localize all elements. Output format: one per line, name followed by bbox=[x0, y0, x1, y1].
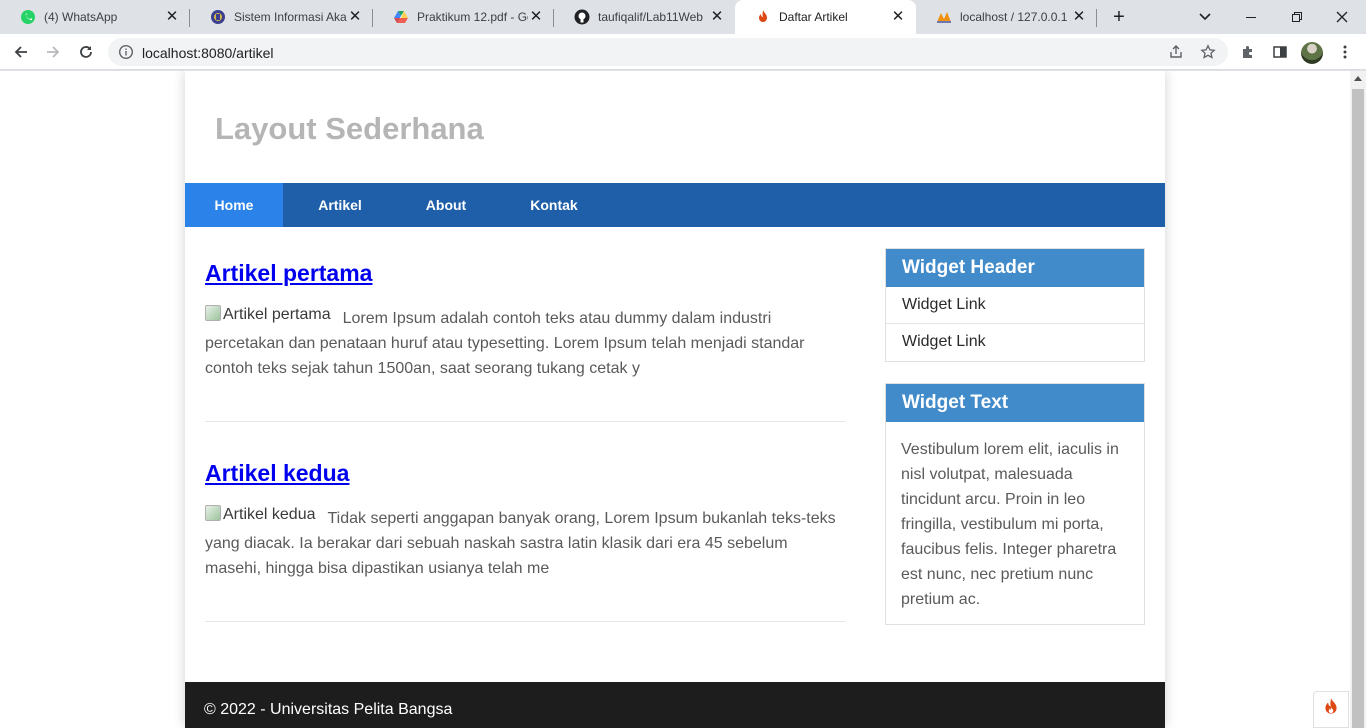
page-scrollbar[interactable] bbox=[1350, 71, 1366, 728]
article-title-link[interactable]: Artikel pertama bbox=[205, 260, 372, 287]
codeigniter-flame-icon bbox=[755, 9, 771, 25]
close-tab-icon[interactable]: ✕ bbox=[164, 9, 180, 25]
article-excerpt: Artikel pertama Lorem Ipsum adalah contoh… bbox=[205, 305, 845, 381]
address-text: localhost:8080/artikel bbox=[142, 45, 274, 61]
tab-phpmyadmin[interactable]: localhost / 127.0.0.1 / ✕ bbox=[916, 0, 1097, 34]
nav-kontak[interactable]: Kontak bbox=[515, 183, 593, 227]
google-drive-icon bbox=[393, 9, 409, 25]
article-excerpt: Artikel kedua Tidak seperti anggapan bany… bbox=[205, 505, 845, 581]
site-info-icon[interactable] bbox=[118, 44, 134, 60]
article-image-placeholder: Artikel pertama bbox=[205, 302, 331, 327]
widget-text: Widget Text Vestibulum lorem elit, iacul… bbox=[885, 383, 1145, 625]
share-icon[interactable] bbox=[1164, 40, 1188, 64]
close-tab-icon[interactable]: ✕ bbox=[890, 9, 906, 25]
browser-toolbar: localhost:8080/artikel bbox=[0, 34, 1366, 70]
github-icon bbox=[574, 9, 590, 25]
article-image-placeholder: Artikel kedua bbox=[205, 502, 316, 527]
article-divider bbox=[205, 621, 845, 622]
article-divider bbox=[205, 421, 845, 422]
extensions-puzzle-icon[interactable] bbox=[1236, 40, 1260, 64]
bookmark-star-icon[interactable] bbox=[1196, 40, 1220, 64]
scroll-up-arrow-icon[interactable] bbox=[1354, 76, 1362, 81]
page-container: Layout Sederhana Home Artikel About Kont… bbox=[185, 71, 1165, 728]
tab-search-icon[interactable] bbox=[1193, 5, 1217, 29]
more-menu-icon[interactable] bbox=[1333, 40, 1357, 64]
tab-sistem-informasi[interactable]: Sistem Informasi Akade ✕ bbox=[190, 0, 373, 34]
widget-text-header: Widget Text bbox=[886, 384, 1144, 422]
widget-header: Widget Header bbox=[886, 249, 1144, 287]
tab-daftar-artikel[interactable]: Daftar Artikel ✕ bbox=[735, 0, 916, 34]
new-tab-button[interactable]: + bbox=[1108, 6, 1130, 28]
whatsapp-icon bbox=[20, 9, 36, 25]
phpmyadmin-icon bbox=[936, 9, 952, 25]
tab-title: taufiqalif/Lab11Web bbox=[598, 10, 703, 24]
article-image-alt: Artikel kedua bbox=[223, 506, 316, 523]
tab-whatsapp[interactable]: (4) WhatsApp ✕ bbox=[0, 0, 190, 34]
tab-praktikum-pdf[interactable]: Praktikum 12.pdf - Goo ✕ bbox=[373, 0, 554, 34]
main-nav: Home Artikel About Kontak bbox=[185, 183, 1165, 227]
restore-icon[interactable] bbox=[1285, 5, 1309, 29]
widget-link[interactable]: Widget Link bbox=[886, 324, 1144, 361]
widget-links: Widget Header Widget Link Widget Link bbox=[885, 248, 1145, 362]
tab-title: Praktikum 12.pdf - Goo bbox=[417, 10, 528, 24]
nav-about[interactable]: About bbox=[407, 183, 485, 227]
side-panel-icon[interactable] bbox=[1268, 40, 1292, 64]
reload-icon[interactable] bbox=[74, 40, 98, 64]
back-icon[interactable] bbox=[9, 40, 33, 64]
nav-artikel[interactable]: Artikel bbox=[301, 183, 379, 227]
university-logo-icon bbox=[210, 9, 226, 25]
debug-toolbar-toggle[interactable] bbox=[1313, 691, 1349, 728]
tab-title: Daftar Artikel bbox=[779, 10, 848, 24]
broken-image-icon bbox=[205, 305, 221, 321]
close-tab-icon[interactable]: ✕ bbox=[1071, 9, 1087, 25]
tab-strip: (4) WhatsApp ✕ Sistem Informasi Akade ✕ … bbox=[0, 0, 1366, 34]
tab-title: Sistem Informasi Akade bbox=[234, 10, 347, 24]
nav-home[interactable]: Home bbox=[185, 183, 283, 227]
tab-title: (4) WhatsApp bbox=[44, 10, 118, 24]
tab-github[interactable]: taufiqalif/Lab11Web ✕ bbox=[554, 0, 735, 34]
forward-icon[interactable] bbox=[41, 40, 65, 64]
tab-title: localhost / 127.0.0.1 / bbox=[960, 10, 1071, 24]
scrollbar-thumb[interactable] bbox=[1352, 89, 1364, 728]
close-tab-icon[interactable]: ✕ bbox=[528, 9, 544, 25]
close-window-icon[interactable] bbox=[1330, 5, 1354, 29]
profile-avatar[interactable] bbox=[1301, 42, 1323, 64]
close-tab-icon[interactable]: ✕ bbox=[709, 9, 725, 25]
site-title: Layout Sederhana bbox=[215, 111, 484, 146]
page-footer: © 2022 - Universitas Pelita Bangsa bbox=[185, 682, 1165, 728]
address-bar[interactable]: localhost:8080/artikel bbox=[108, 38, 1228, 66]
article-title-link[interactable]: Artikel kedua bbox=[205, 460, 349, 487]
minimize-icon[interactable] bbox=[1239, 5, 1263, 29]
tab-separator bbox=[1096, 9, 1097, 27]
widget-link[interactable]: Widget Link bbox=[886, 287, 1144, 324]
article-image-alt: Artikel pertama bbox=[223, 306, 331, 323]
codeigniter-flame-icon bbox=[1322, 697, 1340, 722]
widget-text-body: Vestibulum lorem elit, iaculis in nisl v… bbox=[901, 441, 1119, 608]
broken-image-icon bbox=[205, 505, 221, 521]
page-viewport: Layout Sederhana Home Artikel About Kont… bbox=[0, 71, 1350, 728]
close-tab-icon[interactable]: ✕ bbox=[347, 9, 363, 25]
